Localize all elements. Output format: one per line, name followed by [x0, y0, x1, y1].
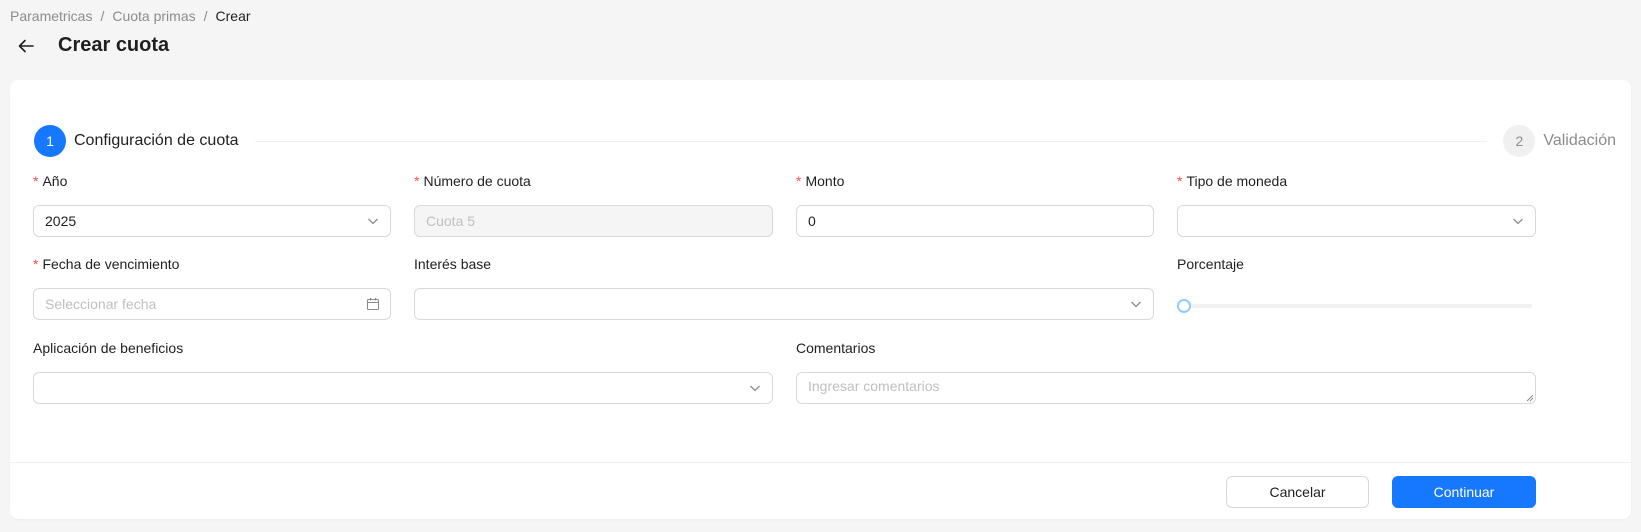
footer-divider	[10, 462, 1631, 463]
step-number-1: 1	[34, 125, 66, 157]
interes-base-select[interactable]	[414, 288, 1154, 320]
monto-value: 0	[808, 213, 816, 229]
label-anio: * Año	[33, 173, 68, 189]
aplicacion-beneficios-select[interactable]	[33, 372, 773, 404]
chevron-down-icon	[1511, 214, 1525, 228]
porcentaje-slider-handle[interactable]	[1177, 299, 1191, 313]
label-numero-cuota: * Número de cuota	[414, 173, 531, 189]
label-fecha-vencimiento: * Fecha de vencimiento	[33, 256, 180, 272]
field-comentarios: Comentarios Ingresar comentarios	[796, 337, 1536, 404]
field-tipo-moneda: * Tipo de moneda	[1177, 170, 1536, 237]
label-comentarios: Comentarios	[796, 340, 876, 356]
breadcrumb-separator: /	[100, 8, 105, 24]
step-number-2: 2	[1503, 125, 1536, 157]
anio-select[interactable]: 2025	[33, 205, 391, 237]
breadcrumb-item-parametricas[interactable]: Parametricas	[10, 8, 92, 24]
label-aplicacion-beneficios: Aplicación de beneficios	[33, 340, 184, 356]
label-porcentaje: Porcentaje	[1177, 256, 1244, 272]
comentarios-placeholder: Ingresar comentarios	[808, 378, 940, 394]
comentarios-textarea[interactable]: Ingresar comentarios	[796, 372, 1536, 404]
fecha-vencimiento-placeholder: Seleccionar fecha	[45, 296, 157, 312]
anio-value: 2025	[45, 213, 77, 229]
cancel-button[interactable]: Cancelar	[1226, 476, 1369, 508]
continue-button[interactable]: Continuar	[1392, 476, 1536, 508]
field-fecha-vencimiento: * Fecha de vencimiento Seleccionar fecha	[33, 253, 391, 320]
step-validacion[interactable]: 2 Validación	[1503, 125, 1616, 157]
field-aplicacion-beneficios: Aplicación de beneficios	[33, 337, 773, 404]
numero-cuota-input[interactable]: Cuota 5	[414, 205, 773, 237]
label-interes-base: Interés base	[414, 256, 492, 272]
field-numero-cuota: * Número de cuota Cuota 5	[414, 170, 773, 237]
step-title-2: Validación	[1543, 132, 1616, 149]
back-button[interactable]	[15, 35, 37, 57]
resize-grip-icon[interactable]	[1526, 394, 1534, 402]
label-tipo-moneda: * Tipo de moneda	[1177, 173, 1288, 189]
field-interes-base: Interés base	[414, 253, 1154, 320]
chevron-down-icon	[748, 381, 762, 395]
tipo-moneda-select[interactable]	[1177, 205, 1536, 237]
numero-cuota-placeholder: Cuota 5	[426, 213, 476, 229]
field-anio: * Año 2025	[33, 170, 391, 237]
monto-input[interactable]: 0	[796, 205, 1154, 237]
field-monto: * Monto 0	[796, 170, 1154, 237]
label-monto: * Monto	[796, 173, 845, 189]
calendar-icon	[366, 297, 380, 311]
step-connector	[254, 140, 1488, 142]
breadcrumb-item-crear: Crear	[215, 8, 251, 24]
breadcrumb-separator: /	[203, 8, 208, 24]
arrow-left-icon	[18, 39, 34, 52]
form-card: 1 Configuración de cuota 2 Validación * A…	[10, 80, 1631, 519]
step-configuracion[interactable]: 1 Configuración de cuota	[34, 125, 239, 157]
fecha-vencimiento-picker[interactable]: Seleccionar fecha	[33, 288, 391, 320]
steps: 1 Configuración de cuota 2 Validación	[34, 125, 1616, 157]
chevron-down-icon	[366, 214, 380, 228]
field-porcentaje: Porcentaje	[1177, 253, 1536, 320]
porcentaje-slider-rail[interactable]	[1183, 304, 1532, 308]
step-title-1: Configuración de cuota	[74, 132, 239, 149]
page-header: Crear cuota	[15, 34, 169, 57]
breadcrumb: Parametricas / Cuota primas / Crear	[10, 8, 251, 24]
breadcrumb-item-cuota-primas[interactable]: Cuota primas	[112, 8, 195, 24]
chevron-down-icon	[1129, 297, 1143, 311]
page-title: Crear cuota	[58, 34, 170, 56]
